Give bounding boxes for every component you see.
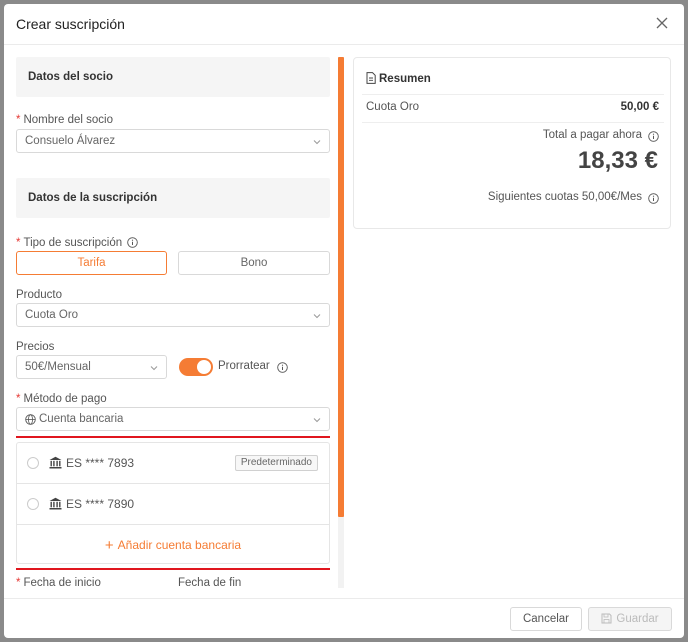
summary-item-label: Cuota Oro [366,101,420,113]
fecha-fin-label: Fecha de fin [178,577,242,588]
modal-header: Crear suscripción [4,4,684,45]
bank-icon [49,456,62,469]
chevron-down-icon [313,140,321,145]
create-subscription-modal: Crear suscripción Datos del socio * Nombr… [4,4,684,638]
summary-divider [362,94,664,95]
chevron-down-icon [313,418,321,423]
socio-select[interactable]: Consuelo Álvarez [16,129,330,153]
chevron-down-icon [150,366,158,371]
tipo-bono-button[interactable]: Bono [178,251,330,275]
next-payments-label: Siguientes cuotas 50,00€/Mes [487,191,642,203]
summary-divider [362,122,664,123]
form-column: Datos del socio * Nombre del socio Consue… [16,57,330,588]
summary-title: Resumen [366,72,431,85]
section-suscripcion: Datos de la suscripción [16,178,330,218]
producto-select[interactable]: Cuota Oro [16,303,330,327]
account-radio[interactable] [27,498,39,510]
socio-value: Consuelo Álvarez [25,135,116,147]
metodo-value: Cuenta bancaria [39,413,124,425]
modal-title: Crear suscripción [16,16,125,32]
info-icon [648,193,659,204]
chevron-down-icon [313,314,321,319]
prorratear-toggle[interactable] [179,358,213,376]
precios-select[interactable]: 50€/Mensual [16,355,167,379]
bank-accounts-list: ES **** 7893 Predeterminado ES **** 7890 [16,442,330,564]
tipo-tarifa-button[interactable]: Tarifa [16,251,167,275]
modal-footer: Cancelar Guardar [4,598,684,638]
summary-item-value: 50,00 € [620,101,659,113]
section-socio-title: Datos del socio [28,71,113,83]
account-number: ES **** 7890 [66,497,135,511]
default-badge: Predeterminado [234,455,318,471]
bank-account-row[interactable]: ES **** 7893 Predeterminado [17,443,329,484]
account-number: ES **** 7893 [66,456,135,470]
section-socio: Datos del socio [16,57,330,97]
precios-label: Precios [16,341,55,353]
metodo-label: * Método de pago [16,393,107,405]
bank-accounts-panel: ES **** 7893 Predeterminado ES **** 7890 [16,436,330,570]
add-bank-account-link[interactable]: + Añadir cuenta bancaria [17,537,329,554]
scrollbar-thumb[interactable] [338,57,344,517]
info-icon [127,237,139,248]
total-amount: 18,33 € [577,147,658,174]
info-icon [277,362,288,373]
cancel-button[interactable]: Cancelar [510,607,582,631]
info-icon [648,131,659,142]
document-icon [366,72,376,84]
metodo-select[interactable]: Cuenta bancaria [16,407,330,431]
prorratear-label: Prorratear [218,360,270,372]
bank-icon [49,497,62,510]
total-label: Total a pagar ahora [542,129,642,141]
plus-icon: + [104,537,114,554]
account-radio[interactable] [27,457,39,469]
producto-value: Cuota Oro [25,309,79,321]
precios-value: 50€/Mensual [25,361,91,373]
summary-card: Resumen Cuota Oro 50,00 € Total a pagar … [353,57,671,229]
fecha-inicio-label: * Fecha de inicio [16,577,101,588]
section-suscripcion-title: Datos de la suscripción [28,192,158,204]
socio-label: * Nombre del socio [16,114,113,126]
globe-icon [25,414,36,425]
save-icon [601,613,612,624]
close-icon[interactable] [654,15,670,31]
save-button[interactable]: Guardar [588,607,672,631]
tipo-label: * Tipo de suscripción [16,237,139,249]
bank-account-row[interactable]: ES **** 7890 [17,484,329,525]
producto-label: Producto [16,289,63,301]
